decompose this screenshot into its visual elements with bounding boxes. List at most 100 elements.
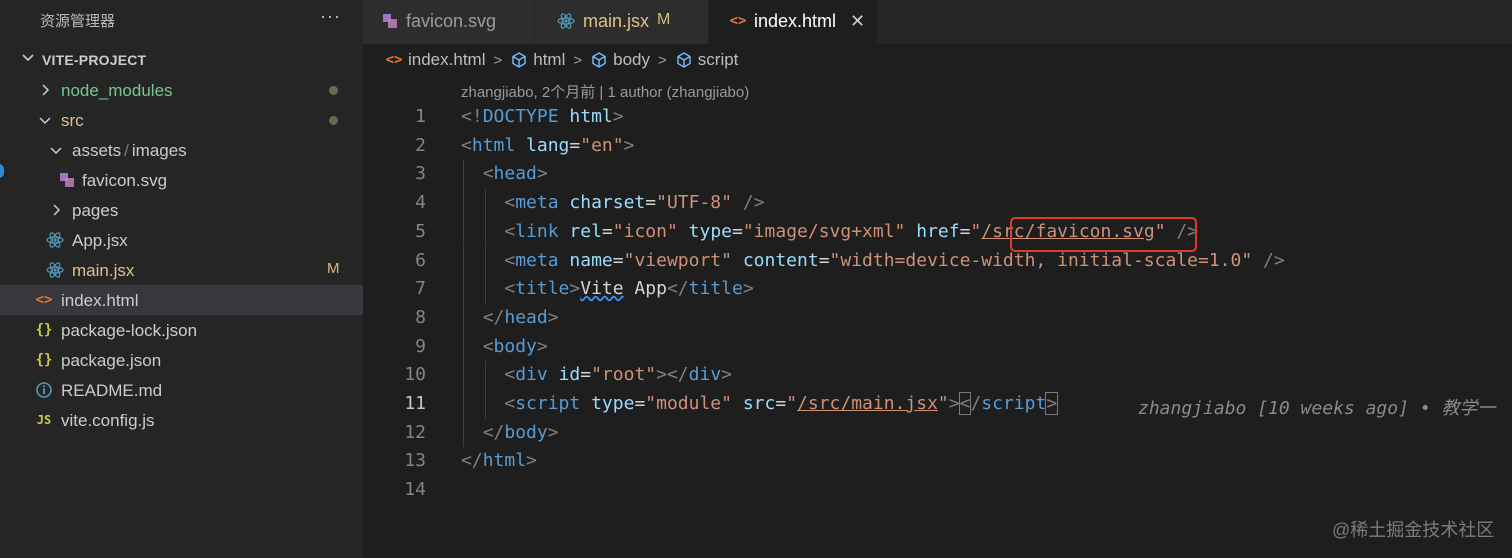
line-number: 5 (415, 220, 426, 242)
modified-dot (329, 116, 338, 125)
breadcrumb: <> index.html > html > body > script (385, 48, 739, 72)
line-number: 4 (415, 192, 426, 214)
tree-item-label: pages (72, 201, 119, 220)
breadcrumb-item-body[interactable]: body (613, 50, 650, 70)
chevron-right-icon (53, 204, 61, 216)
element-icon (592, 52, 606, 68)
tree-item-vite-config[interactable]: JS vite.config.js (0, 405, 363, 435)
code-text: <html lang="en"> (461, 134, 635, 156)
js-icon: JS (36, 413, 52, 427)
tree-item-package-json[interactable]: {} package.json (0, 345, 363, 375)
close-icon[interactable]: ✕ (850, 11, 865, 32)
code-text: <!DOCTYPE html> (461, 106, 624, 127)
code-line: 10 <div id="root"></div> (363, 361, 1512, 390)
line-number: 6 (415, 249, 426, 271)
code-text: <meta name="viewport" content="width=dev… (504, 249, 1285, 271)
tree-item-readme[interactable]: README.md (0, 375, 363, 405)
tree-item-label: main.jsx (72, 261, 135, 280)
code-text: <title>Vite App</title> (504, 278, 754, 300)
info-icon (36, 382, 52, 398)
code-line: 13 </html> (363, 447, 1512, 476)
line-number: 9 (415, 335, 426, 357)
tree-item-favicon[interactable]: favicon.svg (0, 165, 363, 195)
code-editor[interactable]: 1 <!DOCTYPE html> 2 <html lang="en"> 3 <… (363, 103, 1512, 523)
code-text: <body> (482, 335, 548, 357)
git-codelens[interactable]: zhangjiabo, 2个月前 | 1 author (zhangjiabo) (461, 81, 749, 102)
line-number: 7 (415, 278, 426, 300)
annotation-highlight-box (1010, 217, 1197, 252)
more-actions-icon[interactable]: ··· (320, 6, 341, 27)
tab-main-jsx[interactable]: main.jsx M (535, 0, 709, 44)
line-number: 11 (404, 393, 426, 414)
tree-item-package-lock[interactable]: {} package-lock.json (0, 315, 363, 345)
code-line: 6 <meta name="viewport" content="width=d… (363, 246, 1512, 276)
code-line: 7 <title>Vite App</title> (363, 275, 1512, 304)
editor-tab-bar: favicon.svg main.jsx M <> index.html ✕ (363, 0, 1512, 44)
tree-item-src[interactable]: src (0, 105, 363, 135)
project-name: VITE-PROJECT (42, 52, 147, 68)
chevron-down-icon (22, 54, 34, 62)
code-line: 1 <!DOCTYPE html> (363, 103, 1512, 132)
json-icon: {} (35, 352, 53, 368)
git-modified-badge: M (327, 260, 340, 277)
code-line: 2 <html lang="en"> (363, 132, 1512, 161)
html-icon: <> (35, 292, 53, 308)
line-number: 2 (415, 134, 426, 156)
tree-item-label: index.html (61, 291, 139, 310)
tab-favicon-svg[interactable]: favicon.svg (363, 0, 535, 44)
html-icon: <> (385, 52, 403, 68)
explorer-title: 资源管理器 (40, 13, 116, 30)
code-text: </html> (461, 450, 537, 472)
code-line-current: 11 <script type="module" src="/src/main.… (363, 390, 1512, 419)
line-number: 10 (404, 364, 426, 386)
line-number: 13 (404, 450, 426, 472)
json-icon: {} (35, 322, 53, 338)
git-modified-badge: M (657, 11, 671, 28)
tree-item-label: node_modules (61, 81, 173, 100)
code-text: <script type="module" src="/src/main.jsx… (504, 392, 1059, 415)
code-line: 9 <body> (363, 332, 1512, 362)
line-number: 14 (404, 479, 426, 501)
code-text: <div id="root"></div> (504, 364, 732, 386)
react-icon (46, 262, 64, 278)
tree-item-node-modules[interactable]: node_modules (0, 75, 363, 105)
chevron-down-icon (39, 117, 51, 125)
tab-index-html[interactable]: <> index.html ✕ (709, 0, 878, 44)
line-number: 12 (404, 421, 426, 443)
svg-file-icon (60, 173, 74, 187)
code-line: 12 </body> (363, 418, 1512, 448)
tree-item-index-html[interactable]: <> index.html (0, 285, 363, 315)
tree-item-label: README.md (61, 381, 163, 400)
chevron-down-icon (50, 147, 62, 155)
tree-item-assets-images[interactable]: assets / images (0, 135, 363, 165)
code-text: </head> (482, 306, 559, 328)
code-line: 4 <meta charset="UTF-8" /> (363, 189, 1512, 218)
element-icon (512, 52, 526, 68)
project-header[interactable]: VITE-PROJECT (0, 46, 363, 74)
breadcrumb-item-script[interactable]: script (698, 50, 739, 70)
tab-label: main.jsx (583, 11, 650, 31)
code-line: 8 </head> (363, 303, 1512, 333)
code-text: <meta charset="UTF-8" /> (504, 192, 765, 214)
code-line: 3 <head> (363, 160, 1512, 190)
line-number: 8 (415, 306, 426, 328)
tree-item-pages[interactable]: pages (0, 195, 363, 225)
explorer-sidebar: 资源管理器 ··· VITE-PROJECT node_modules src … (0, 0, 363, 558)
tree-item-label: assets / images (72, 141, 187, 160)
chevron-right-icon: > (573, 51, 583, 69)
tree-item-app-jsx[interactable]: App.jsx (0, 225, 363, 255)
tree-item-label: package.json (61, 351, 162, 370)
code-line: 5 <link rel="icon" type="image/svg+xml" … (363, 217, 1512, 247)
breadcrumb-item-file[interactable]: index.html (408, 50, 485, 70)
element-icon (677, 52, 691, 68)
tab-label: favicon.svg (406, 11, 497, 31)
tree-item-main-jsx[interactable]: main.jsx M (0, 255, 363, 285)
code-text: </body> (482, 421, 559, 443)
chevron-right-icon: > (493, 51, 503, 69)
tree-item-label: src (61, 111, 84, 130)
breadcrumb-item-html[interactable]: html (533, 50, 565, 70)
git-blame-annotation: zhangjiabo [10 weeks ago] • 教学一 (1138, 398, 1496, 419)
tree-item-label: vite.config.js (61, 411, 155, 430)
chevron-right-icon: > (658, 51, 667, 69)
line-number: 3 (415, 163, 426, 185)
